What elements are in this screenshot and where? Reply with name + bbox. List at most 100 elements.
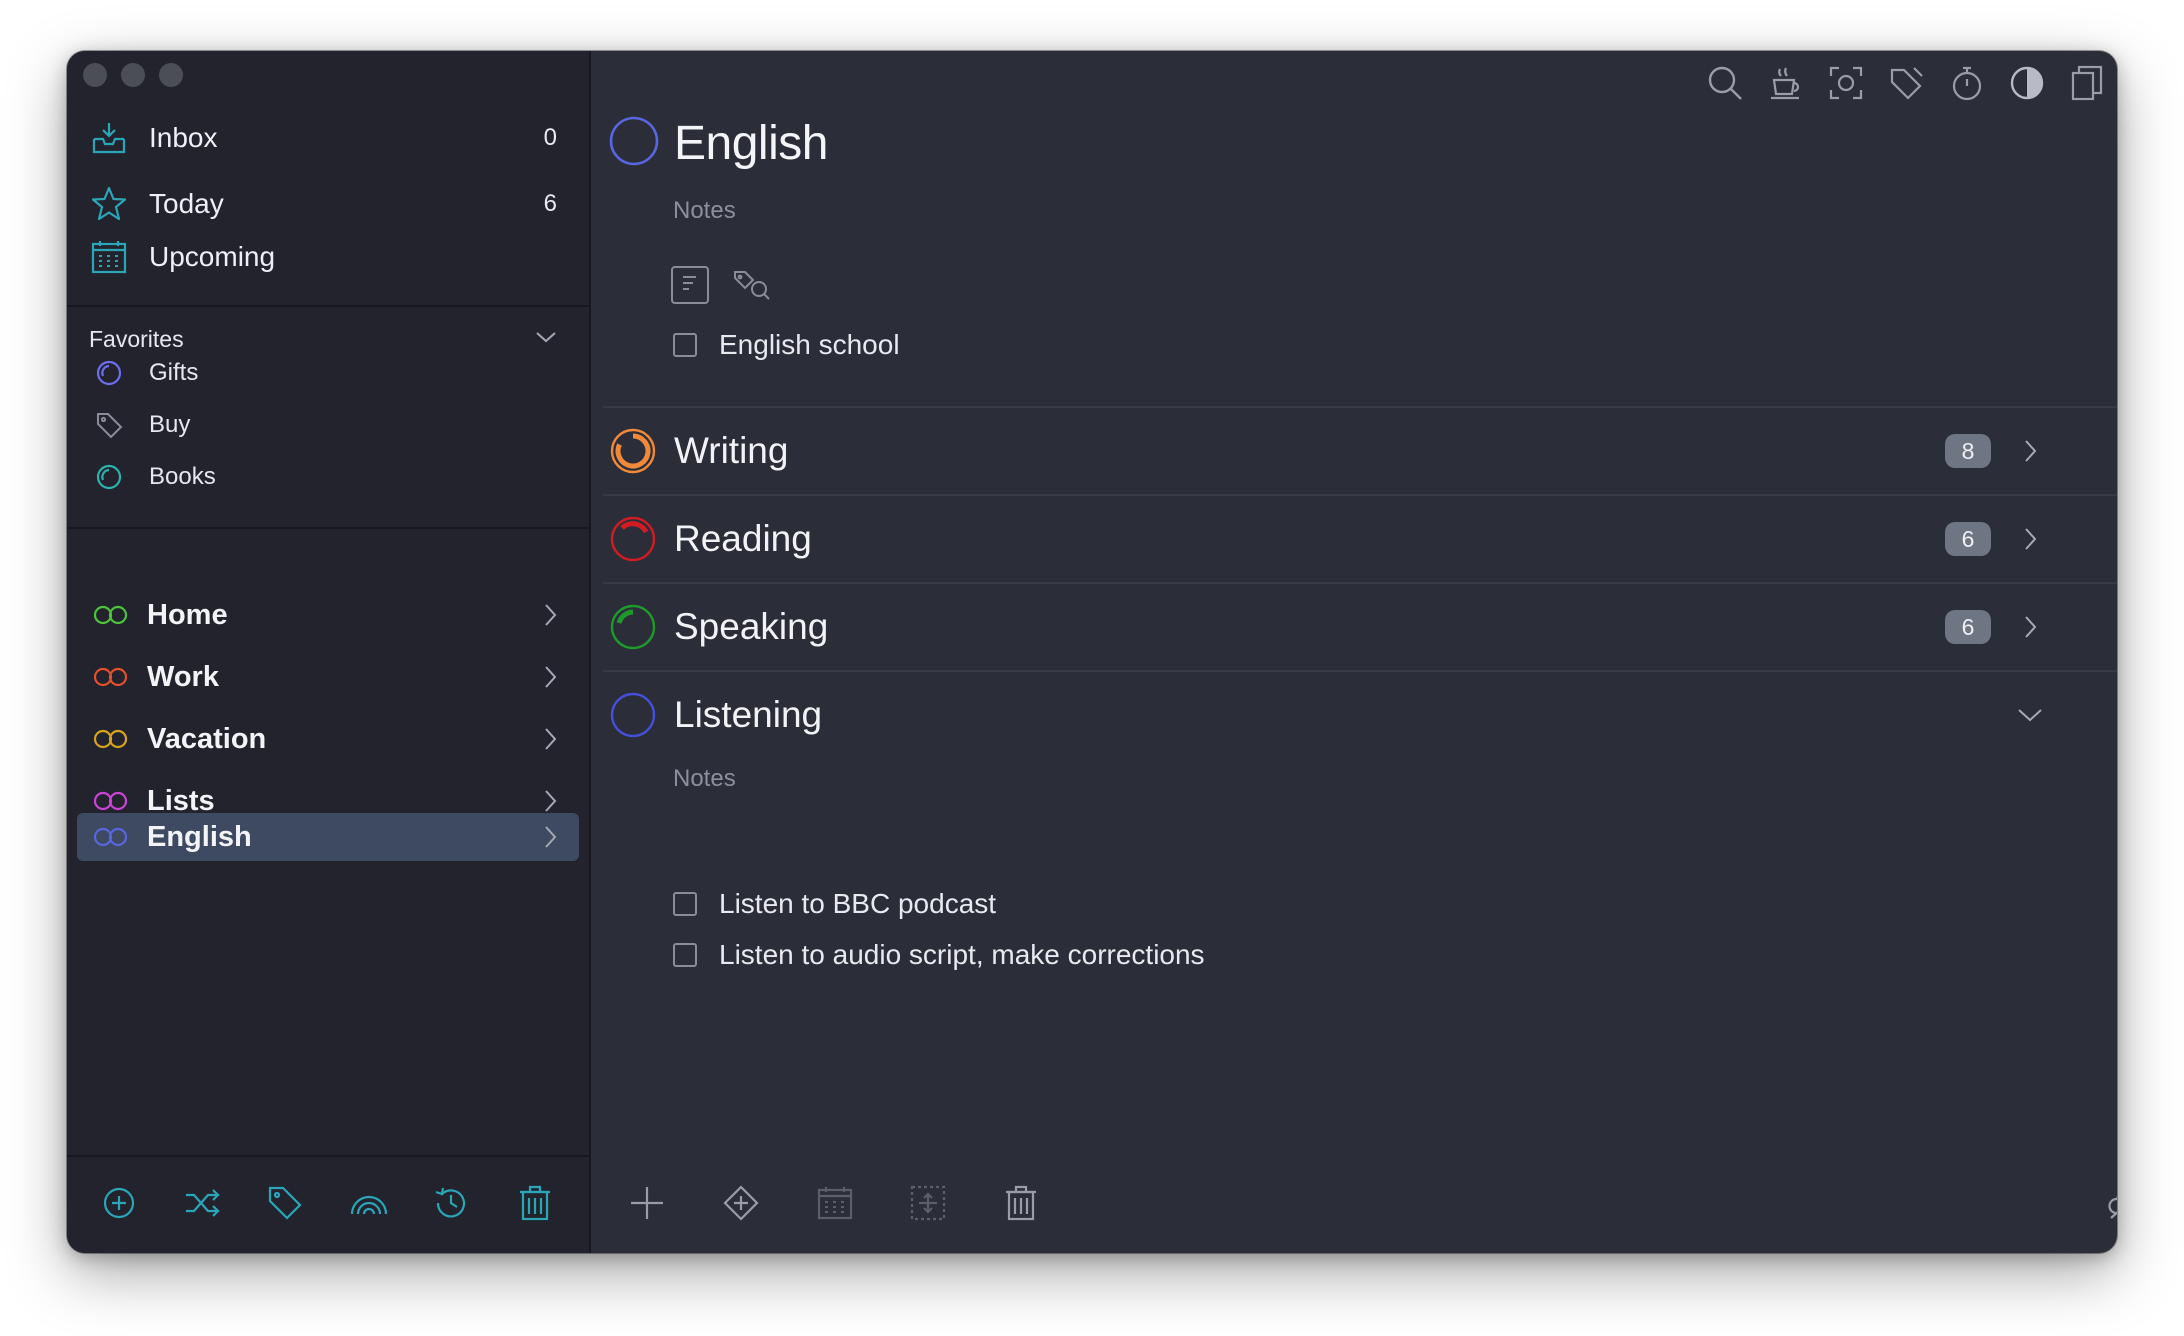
area-icon (91, 595, 131, 635)
history-icon[interactable] (429, 1181, 473, 1225)
chevron-right-icon[interactable] (533, 722, 567, 756)
sidebar-item-books[interactable]: Books (89, 455, 565, 499)
sidebar-item-inbox[interactable]: Inbox 0 (89, 112, 565, 164)
count-badge: 8 (1945, 434, 1991, 468)
project-progress-icon[interactable] (608, 115, 660, 172)
sidebar-item-label: Upcoming (149, 241, 276, 272)
todo-item[interactable]: Listen to BBC podcast (673, 884, 996, 924)
tag-diamond-icon[interactable] (719, 1181, 763, 1225)
heading-label: Writing (674, 430, 789, 471)
area-icon (91, 817, 131, 857)
progress-ring-icon (608, 514, 658, 564)
chevron-right-icon[interactable] (533, 598, 567, 632)
rainbow-icon[interactable] (347, 1181, 391, 1225)
calendar-icon[interactable] (813, 1181, 857, 1225)
heading-reading[interactable]: Reading 6 (603, 494, 2117, 582)
sidebar-area-english[interactable]: English (77, 813, 579, 861)
sidebar-area-work[interactable]: Work (77, 652, 579, 702)
sidebar-divider (67, 527, 589, 529)
chevron-right-icon[interactable] (533, 820, 567, 854)
heading-listening[interactable]: Listening (603, 670, 2117, 758)
count-badge: 6 (1945, 610, 1991, 644)
sidebar-item-label: Buy (149, 411, 191, 438)
todo-checkbox[interactable] (673, 943, 697, 967)
contrast-icon[interactable] (2005, 61, 2049, 105)
project-icon (89, 353, 129, 393)
sidebar-item-label: Vacation (147, 722, 267, 755)
favorites-label: Favorites (89, 325, 184, 352)
checklist-icon[interactable] (669, 264, 711, 306)
chevron-right-icon[interactable] (2013, 610, 2047, 644)
star-icon (89, 184, 129, 224)
today-count: 6 (543, 190, 557, 217)
sidebar-item-label: Inbox (149, 122, 218, 153)
project-notes[interactable]: Notes (673, 197, 736, 225)
add-icon[interactable] (625, 1181, 669, 1225)
sidebar-divider (67, 305, 589, 307)
todo-item[interactable]: English school (673, 325, 900, 365)
todo-checkbox[interactable] (673, 333, 697, 357)
chevron-down-icon[interactable] (533, 324, 559, 355)
sidebar-item-label: Today (149, 188, 224, 219)
sidebar-item-gifts[interactable]: Gifts (89, 351, 565, 395)
inbox-count: 0 (543, 124, 557, 151)
todo-label[interactable]: English school (719, 329, 900, 361)
sidebar-item-label: English (147, 820, 252, 853)
zoom-window-button[interactable] (159, 63, 183, 87)
shuffle-icon[interactable] (181, 1181, 225, 1225)
todo-item[interactable]: Listen to audio script, make corrections (673, 935, 1205, 975)
focus-icon[interactable] (1824, 61, 1868, 105)
heading-notes[interactable]: Notes (673, 765, 736, 793)
coffee-icon[interactable] (1763, 61, 1807, 105)
chevron-right-icon[interactable] (533, 660, 567, 694)
minimize-window-button[interactable] (121, 63, 145, 87)
copy-icon[interactable] (2065, 61, 2109, 105)
tag-edit-icon[interactable] (1885, 61, 1929, 105)
sidebar-item-upcoming[interactable]: Upcoming (89, 231, 565, 283)
sidebar-item-label: Home (147, 598, 228, 631)
main-bottom-toolbar (591, 1157, 2117, 1253)
sidebar-bottom-toolbar (67, 1155, 589, 1253)
tag-icon[interactable] (263, 1181, 307, 1225)
progress-ring-icon (608, 690, 658, 740)
tag-icon (89, 405, 129, 445)
progress-ring-icon (608, 602, 658, 652)
stopwatch-icon[interactable] (1945, 61, 1989, 105)
heading-writing[interactable]: Writing 8 (603, 406, 2117, 494)
heading-label: Reading (674, 518, 812, 559)
close-window-button[interactable] (83, 63, 107, 87)
sidebar-item-today[interactable]: Today 6 (89, 178, 565, 230)
chevron-down-icon[interactable] (2013, 698, 2047, 732)
inbox-icon (89, 118, 129, 158)
sidebar: Inbox 0 Today 6 Upcoming Favorites Gifts… (67, 51, 591, 1253)
count-badge: 6 (1945, 522, 1991, 556)
todo-checkbox[interactable] (673, 892, 697, 916)
todo-label[interactable]: Listen to BBC podcast (719, 888, 996, 920)
main-pane: English Notes English school Writing 8 R… (591, 51, 2117, 1253)
window-controls (83, 63, 183, 87)
move-icon[interactable] (906, 1181, 950, 1225)
todo-label[interactable]: Listen to audio script, make corrections (719, 939, 1205, 971)
cloud-off-icon[interactable] (2105, 1181, 2117, 1225)
project-header: English (608, 113, 828, 173)
page-title[interactable]: English (674, 116, 828, 171)
area-icon (91, 657, 131, 697)
heading-label: Listening (674, 694, 823, 735)
progress-ring-icon (608, 426, 658, 476)
heading-speaking[interactable]: Speaking 6 (603, 582, 2117, 670)
trash-icon[interactable] (513, 1181, 557, 1225)
sidebar-area-vacation[interactable]: Vacation (77, 714, 579, 764)
tag-search-icon[interactable] (732, 264, 774, 306)
chevron-right-icon[interactable] (2013, 522, 2047, 556)
heading-label: Speaking (674, 606, 829, 647)
app-window: Inbox 0 Today 6 Upcoming Favorites Gifts… (67, 51, 2117, 1253)
trash-icon[interactable] (999, 1181, 1043, 1225)
sidebar-item-label: Books (149, 463, 216, 490)
search-icon[interactable] (1703, 61, 1747, 105)
chevron-right-icon[interactable] (2013, 434, 2047, 468)
project-icon (89, 457, 129, 497)
sidebar-area-home[interactable]: Home (77, 590, 579, 640)
sidebar-item-label: Gifts (149, 359, 199, 386)
add-circle-icon[interactable] (97, 1181, 141, 1225)
sidebar-item-buy[interactable]: Buy (89, 403, 565, 447)
